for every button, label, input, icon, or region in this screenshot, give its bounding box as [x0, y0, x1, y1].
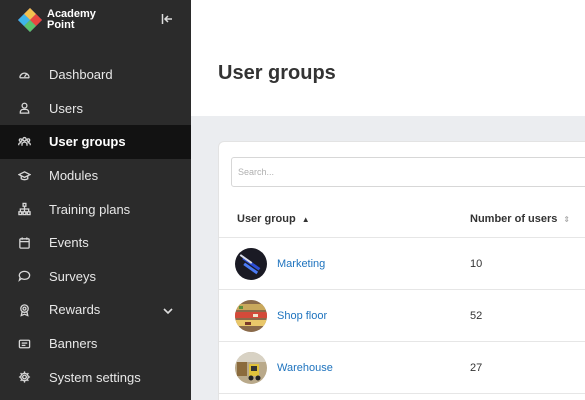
dashboard-icon	[17, 67, 32, 82]
nav-item-modules[interactable]: Modules	[0, 159, 191, 193]
column-header-label: User group	[237, 213, 296, 225]
nav-item-label: Banners	[49, 336, 98, 352]
table-row[interactable]: Marketing 10	[219, 238, 585, 290]
group-name-link[interactable]: Shop floor	[277, 310, 327, 322]
nav-item-events[interactable]: Events	[0, 226, 191, 260]
nav-item-rewards[interactable]: Rewards	[0, 293, 191, 327]
user-count: 27	[470, 362, 483, 374]
gear-icon	[17, 370, 32, 385]
sort-unsorted-icon: ⇕	[563, 214, 571, 224]
page-title: User groups	[218, 62, 336, 84]
user-groups-icon	[17, 134, 32, 149]
group-name-link[interactable]: Marketing	[277, 258, 325, 270]
user-count: 52	[470, 310, 483, 322]
nav-item-system-settings[interactable]: System settings	[0, 360, 191, 394]
calendar-icon	[17, 235, 32, 250]
nav-item-users[interactable]: Users	[0, 92, 191, 126]
table-row[interactable]: Shop floor 52	[219, 290, 585, 342]
shop-floor-avatar	[235, 300, 267, 332]
user-count: 10	[470, 258, 483, 270]
page-header: User groups	[191, 0, 585, 116]
sidebar: Academy Point Dashboard Users User group…	[0, 0, 191, 400]
search-input[interactable]	[231, 157, 585, 187]
graduation-cap-icon	[17, 168, 32, 183]
nav-item-banners[interactable]: Banners	[0, 327, 191, 361]
nav-item-dashboard[interactable]: Dashboard	[0, 58, 191, 92]
column-header-number-of-users[interactable]: Number of users ⇕	[470, 213, 570, 225]
marketing-avatar	[235, 248, 267, 280]
nav-item-label: System settings	[49, 369, 141, 385]
warehouse-avatar	[235, 352, 267, 384]
sitemap-icon	[17, 202, 32, 217]
collapse-sidebar-button[interactable]	[158, 11, 176, 27]
nav-item-label: Modules	[49, 168, 99, 184]
brand-name-line2: Point	[47, 19, 75, 31]
sidebar-nav: Dashboard Users User groups Modules Trai…	[0, 58, 191, 394]
collapse-left-icon	[161, 14, 172, 24]
award-icon	[17, 302, 32, 317]
column-header-label: Number of users	[470, 213, 558, 225]
nav-item-label: Events	[49, 235, 89, 251]
nav-item-user-groups[interactable]: User groups	[0, 125, 191, 159]
nav-item-label: Dashboard	[49, 67, 113, 83]
academy-point-logo-icon	[18, 8, 42, 32]
nav-item-training-plans[interactable]: Training plans	[0, 192, 191, 226]
banner-icon	[17, 336, 32, 351]
chevron-down-icon[interactable]	[162, 304, 174, 316]
sort-ascending-icon: ▲	[301, 214, 310, 224]
nav-item-surveys[interactable]: Surveys	[0, 260, 191, 294]
brand-name: Academy Point	[47, 9, 96, 31]
nav-item-label: Training plans	[49, 201, 131, 217]
user-groups-card: User group ▲ Number of users ⇕ Marketing…	[218, 141, 585, 400]
group-name-link[interactable]: Warehouse	[277, 362, 333, 374]
user-icon	[17, 101, 32, 116]
table-header: User group ▲ Number of users ⇕	[219, 202, 585, 238]
nav-item-label: Surveys	[49, 268, 96, 284]
brand[interactable]: Academy Point	[17, 6, 96, 34]
nav-item-label: Rewards	[49, 302, 101, 318]
nav-item-label: Users	[49, 100, 83, 116]
nav-item-label: User groups	[49, 134, 126, 150]
chat-bubble-icon	[17, 269, 32, 284]
table-row[interactable]: Warehouse 27	[219, 342, 585, 394]
column-header-user-group[interactable]: User group ▲	[237, 213, 310, 225]
